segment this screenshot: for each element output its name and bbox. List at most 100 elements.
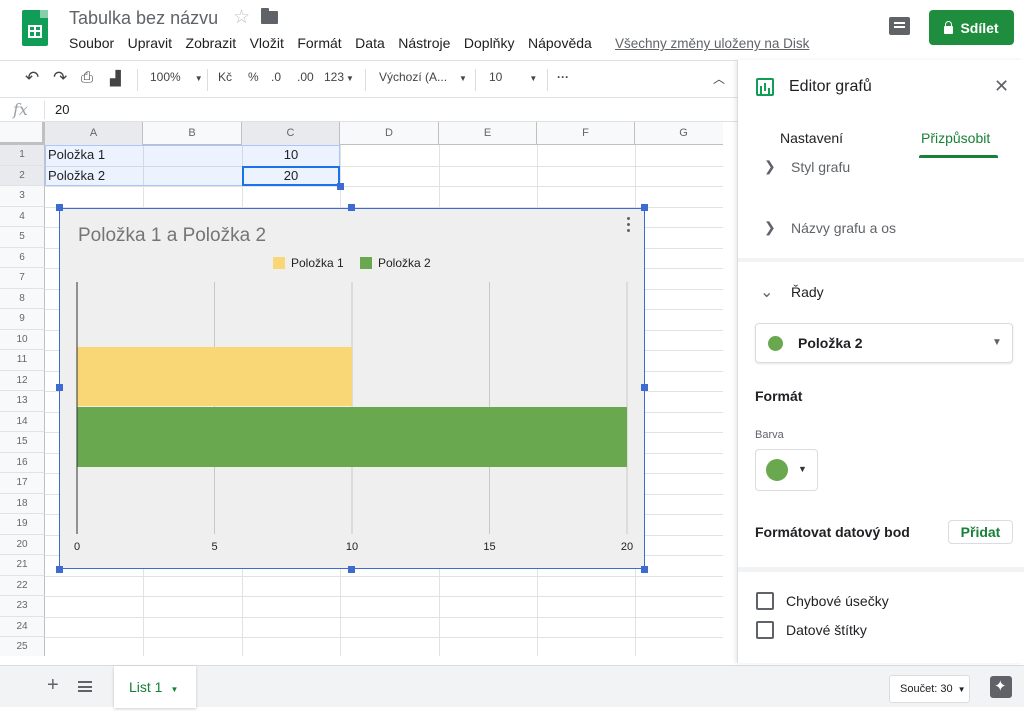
row-header[interactable]: 7 [0, 268, 45, 289]
print-icon[interactable]: ⎙ [81, 69, 93, 86]
row-header[interactable]: 16 [0, 452, 45, 473]
chart-resize-handle[interactable] [56, 204, 63, 211]
row-header[interactable]: 24 [0, 616, 45, 637]
cell-c1[interactable]: 10 [242, 145, 340, 165]
chart-title[interactable]: Položka 1 a Položka 2 [78, 225, 266, 247]
zoom-select[interactable]: 100% ▼ [150, 70, 203, 84]
series-dropdown[interactable]: Položka 2 ▼ [755, 323, 1013, 363]
row-header[interactable]: 10 [0, 329, 45, 350]
chart-resize-handle[interactable] [641, 204, 648, 211]
row-header[interactable]: 5 [0, 227, 45, 248]
section-chart-style[interactable]: Styl grafu [791, 159, 850, 175]
font-select[interactable]: Výchozí (A... ▼ [379, 70, 467, 84]
row-header[interactable]: 9 [0, 309, 45, 330]
chart-resize-handle[interactable] [56, 384, 63, 391]
row-header[interactable]: 4 [0, 206, 45, 227]
font-size-select[interactable]: 10 ▼ [489, 70, 537, 84]
more-formats-select[interactable]: 123 ▼ [324, 70, 354, 84]
chart[interactable]: 0 5 10 15 20 Položka 1 a Položka 2 Položka 1… [59, 208, 645, 569]
row-header[interactable]: 3 [0, 186, 45, 207]
chart-menu-icon[interactable] [627, 217, 631, 235]
chart-bar[interactable] [77, 347, 352, 406]
close-icon[interactable]: ✕ [994, 76, 1009, 97]
add-sheet-icon[interactable]: + [47, 674, 59, 697]
share-button[interactable]: Sdílet [929, 10, 1014, 45]
paint-format-icon[interactable]: ▟ [110, 70, 121, 87]
star-icon[interactable]: ☆ [233, 6, 250, 29]
comments-icon[interactable] [889, 17, 910, 35]
menu-upravit[interactable]: Upravit [128, 35, 172, 51]
section-series[interactable]: Řady [791, 284, 824, 300]
more-options-button[interactable]: ··· [557, 70, 569, 84]
all-sheets-icon[interactable] [78, 681, 92, 692]
chart-bar[interactable] [77, 407, 627, 467]
column-header-f[interactable]: F [537, 122, 635, 145]
sheet-tab-list1[interactable]: List 1 ▼ [114, 666, 196, 708]
row-header[interactable]: 22 [0, 575, 45, 596]
save-status-link[interactable]: Všechny změny uloženy na Disk [615, 36, 809, 51]
tab-prizpusobit[interactable]: Přizpůsobit [921, 130, 990, 146]
chart-resize-handle[interactable] [641, 384, 648, 391]
column-header-e[interactable]: E [439, 122, 537, 145]
redo-icon[interactable]: ↷ [53, 68, 67, 88]
percent-format-button[interactable]: % [248, 70, 259, 84]
explore-icon[interactable] [990, 676, 1012, 698]
color-picker-button[interactable]: ▼ [755, 449, 818, 491]
sum-indicator[interactable]: Součet: 30 ▼ [889, 675, 970, 703]
menu-data[interactable]: Data [355, 35, 385, 51]
select-all-corner[interactable] [0, 122, 45, 145]
row-header[interactable]: 21 [0, 555, 45, 576]
menu-doplnky[interactable]: Doplňky [464, 35, 515, 51]
sheets-logo-icon[interactable] [22, 10, 48, 46]
chevron-down-icon[interactable]: ⌄ [760, 282, 773, 302]
chart-resize-handle[interactable] [348, 204, 355, 211]
collapse-toolbar-icon[interactable]: ︿ [713, 70, 725, 87]
legend-item-2[interactable]: Položka 2 [360, 256, 431, 270]
row-header[interactable]: 15 [0, 432, 45, 453]
column-header-g[interactable]: G [635, 122, 723, 145]
menu-soubor[interactable]: Soubor [69, 35, 114, 51]
menu-vlozit[interactable]: Vložit [250, 35, 284, 51]
legend-item-1[interactable]: Položka 1 [273, 256, 344, 270]
row-header[interactable]: 17 [0, 473, 45, 494]
folder-icon[interactable] [261, 8, 278, 24]
chart-resize-handle[interactable] [56, 566, 63, 573]
row-header[interactable]: 11 [0, 350, 45, 371]
row-header[interactable]: 25 [0, 637, 45, 656]
menu-nastroje[interactable]: Nástroje [398, 35, 450, 51]
currency-format-button[interactable]: Kč [218, 70, 232, 84]
row-header[interactable]: 6 [0, 247, 45, 268]
chart-resize-handle[interactable] [348, 566, 355, 573]
row-header[interactable]: 8 [0, 288, 45, 309]
row-header[interactable]: 14 [0, 411, 45, 432]
row-header[interactable]: 12 [0, 370, 45, 391]
data-labels-checkbox[interactable] [756, 621, 774, 639]
cell-a1[interactable]: Položka 1 [48, 145, 105, 165]
row-header[interactable]: 19 [0, 514, 45, 535]
row-header[interactable]: 1 [0, 145, 45, 166]
row-header[interactable]: 20 [0, 534, 45, 555]
increase-decimals-button[interactable]: .00 [297, 70, 314, 84]
row-header[interactable]: 13 [0, 391, 45, 412]
formula-input[interactable]: 20 [55, 102, 69, 117]
column-header-b[interactable]: B [143, 122, 242, 145]
menu-zobrazit[interactable]: Zobrazit [186, 35, 237, 51]
column-header-d[interactable]: D [340, 122, 439, 145]
chart-resize-handle[interactable] [641, 566, 648, 573]
document-title[interactable]: Tabulka bez názvu [69, 8, 218, 29]
cell-a2[interactable]: Položka 2 [48, 166, 105, 186]
active-cell[interactable] [242, 166, 340, 186]
menu-format[interactable]: Formát [297, 35, 341, 51]
column-header-a[interactable]: A [45, 122, 143, 145]
row-header[interactable]: 2 [0, 165, 45, 186]
menu-napoveda[interactable]: Nápověda [528, 35, 592, 51]
section-titles[interactable]: Názvy grafu a os [791, 220, 896, 236]
column-header-c[interactable]: C [242, 122, 340, 145]
decrease-decimals-button[interactable]: .0 [271, 70, 281, 84]
add-data-point-button[interactable]: Přidat [948, 520, 1013, 544]
fill-handle[interactable] [337, 183, 344, 190]
row-header[interactable]: 23 [0, 596, 45, 617]
error-bars-checkbox[interactable] [756, 592, 774, 610]
undo-icon[interactable]: ↶ [25, 68, 39, 88]
row-header[interactable]: 18 [0, 493, 45, 514]
